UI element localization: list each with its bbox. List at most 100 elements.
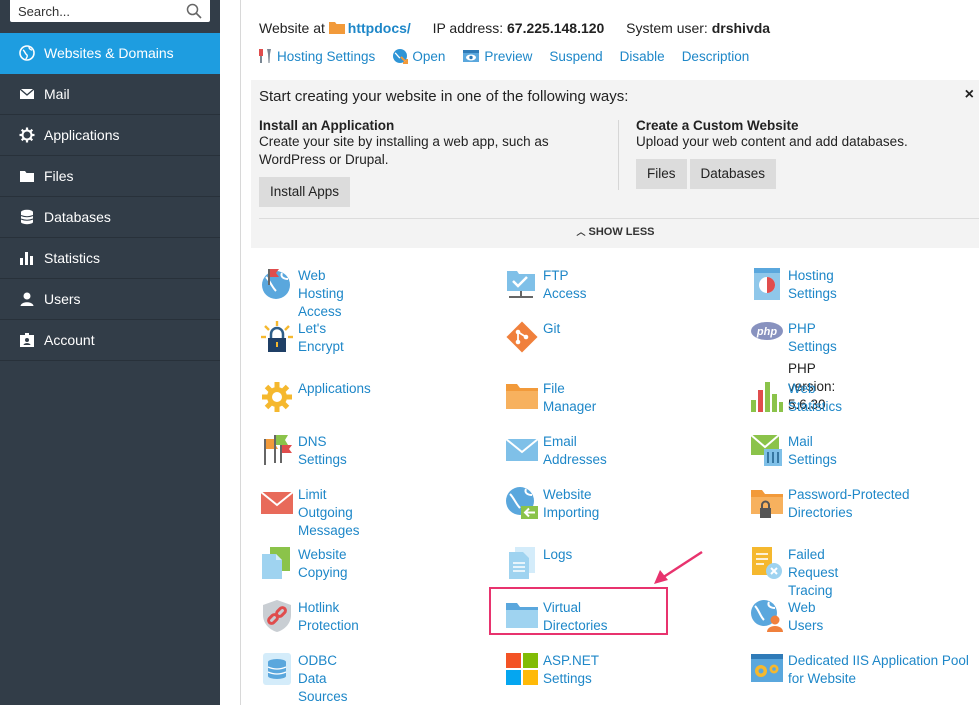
tool-mail-settings[interactable]: Mail Settings xyxy=(750,433,837,469)
search-icon[interactable] xyxy=(186,3,202,19)
search-box xyxy=(10,0,210,22)
website-info: Website at httpdocs/ IP address: 67.225.… xyxy=(259,20,770,36)
tool-lets-encrypt[interactable]: Let's Encrypt xyxy=(260,320,344,356)
tool-label: Website Copying xyxy=(298,547,348,580)
globe-flag-icon xyxy=(262,269,290,299)
tool-file-manager[interactable]: File Manager xyxy=(505,380,596,416)
description-link[interactable]: Description xyxy=(682,48,750,64)
suspend-link[interactable]: Suspend xyxy=(549,48,602,64)
tool-odbc-data-sources[interactable]: ODBC Data Sources xyxy=(260,652,348,705)
search-input[interactable] xyxy=(10,0,180,22)
system-user: drshivda xyxy=(711,20,771,36)
tool-limit-outgoing[interactable]: Limit Outgoing Messages xyxy=(260,486,360,540)
tool-iis-application-pool[interactable]: Dedicated IIS Application Pool for Websi… xyxy=(750,652,978,688)
preview-label: Preview xyxy=(484,48,533,64)
globe-arrow-icon xyxy=(393,49,409,64)
php-icon: php xyxy=(751,322,783,340)
tool-hotlink-protection[interactable]: Hotlink Protection xyxy=(260,599,359,635)
tool-label: Web Users xyxy=(788,600,824,633)
tool-label: DNS Settings xyxy=(298,434,347,467)
hosting-settings-link[interactable]: Hosting Settings xyxy=(257,48,375,64)
databases-button[interactable]: Databases xyxy=(689,159,777,189)
tool-failed-request[interactable]: Failed Request Tracing xyxy=(750,546,838,600)
disable-label: Disable xyxy=(619,48,665,64)
website-actions: Hosting Settings Open Preview Suspend Di… xyxy=(257,48,766,64)
envelope-icon xyxy=(505,438,539,461)
tool-ftp-access[interactable]: FTP Access xyxy=(505,267,587,303)
sidebar-item-statistics[interactable]: Statistics xyxy=(0,238,220,279)
tool-label: ODBC Data Sources xyxy=(298,653,348,704)
system-user-label: System user: xyxy=(626,20,708,36)
sidebar-item-label: Account xyxy=(44,332,95,348)
sidebar-nav: Websites & Domains Mail Applications Fil… xyxy=(0,33,220,361)
tool-label: Logs xyxy=(543,547,573,562)
sidebar-item-account[interactable]: Account xyxy=(0,320,220,361)
tool-aspnet-settings[interactable]: ASP.NET Settings xyxy=(505,652,599,688)
tool-label: Web Statistics xyxy=(788,381,843,414)
tool-dns-settings[interactable]: DNS Settings xyxy=(260,433,347,469)
app-pool-icon xyxy=(751,654,783,682)
database-icon xyxy=(263,653,291,685)
close-icon[interactable]: × xyxy=(965,86,974,104)
tool-label: Email Addresses xyxy=(543,434,607,467)
sidebar-item-label: Files xyxy=(44,168,74,184)
sidebar-item-label: Applications xyxy=(44,127,120,143)
sidebar-item-mail[interactable]: Mail xyxy=(0,74,220,115)
tool-web-hosting-access[interactable]: Web Hosting Access xyxy=(260,267,344,321)
locked-folder-icon xyxy=(751,490,783,518)
tool-label: Git xyxy=(543,321,561,336)
tool-applications[interactable]: Applications xyxy=(260,380,371,414)
annotation-arrow xyxy=(654,550,703,584)
dns-flags-icon xyxy=(264,435,292,465)
sidebar-item-applications[interactable]: Applications xyxy=(0,115,220,156)
windows-logo-icon xyxy=(506,653,538,685)
tool-web-statistics[interactable]: Web Statistics xyxy=(750,380,842,416)
sidebar-item-websites-domains[interactable]: Websites & Domains xyxy=(0,33,220,74)
disable-link[interactable]: Disable xyxy=(620,48,665,64)
getting-started-panel: Start creating your website in one of th… xyxy=(251,80,979,248)
tool-label: ASP.NET Settings xyxy=(543,653,599,686)
open-link[interactable]: Open xyxy=(392,48,445,64)
shield-link-icon xyxy=(263,600,291,632)
bar-chart-icon xyxy=(18,249,36,267)
tool-label: Failed Request Tracing xyxy=(788,547,839,598)
panel-title: Start creating your website in one of th… xyxy=(259,88,629,105)
tool-hosting-settings[interactable]: Hosting Settings xyxy=(750,267,837,303)
bar-chart-icon xyxy=(751,382,783,412)
tool-label: FTP Access xyxy=(543,268,587,301)
user-icon xyxy=(18,290,36,308)
copy-pages-icon xyxy=(262,547,290,579)
tool-label: Limit Outgoing Messages xyxy=(298,487,360,538)
tool-label: Hosting Settings xyxy=(788,268,837,301)
tool-web-users[interactable]: Web Users xyxy=(750,599,823,635)
gear-icon xyxy=(262,382,292,412)
highlight-box xyxy=(489,587,668,635)
docroot-link[interactable]: httpdocs/ xyxy=(348,20,411,36)
tool-label: PHP Settings xyxy=(788,321,837,354)
tool-git[interactable]: Git xyxy=(505,320,560,354)
divider xyxy=(618,120,619,190)
preview-link[interactable]: Preview xyxy=(462,48,532,64)
envelope-icon xyxy=(18,85,36,103)
sidebar-item-users[interactable]: Users xyxy=(0,279,220,320)
hosting-settings-label: Hosting Settings xyxy=(277,48,376,64)
tool-email-addresses[interactable]: Email Addresses xyxy=(505,433,607,469)
tool-logs[interactable]: Logs xyxy=(505,546,572,580)
tool-password-protected[interactable]: Password-Protected Directories xyxy=(750,486,958,522)
custom-website-title: Create a Custom Website xyxy=(636,118,799,133)
files-button[interactable]: Files xyxy=(636,159,687,189)
sidebar-item-files[interactable]: Files xyxy=(0,156,220,197)
custom-website-text: Upload your web content and add database… xyxy=(636,134,908,149)
tool-website-copying[interactable]: Website Copying xyxy=(260,546,348,582)
tool-website-importing[interactable]: Website Importing xyxy=(505,486,599,522)
sidebar-item-databases[interactable]: Databases xyxy=(0,197,220,238)
show-less-toggle[interactable]: ︿ SHOW LESS xyxy=(251,225,979,238)
tools-icon xyxy=(259,49,271,63)
install-app-text: Create your site by installing a web app… xyxy=(259,134,549,167)
install-apps-button[interactable]: Install Apps xyxy=(259,177,351,207)
website-label: Website at xyxy=(259,20,325,36)
sidebar: Websites & Domains Mail Applications Fil… xyxy=(0,0,220,705)
mail-settings-icon xyxy=(750,434,782,466)
folder-icon xyxy=(18,167,36,185)
chevron-up-icon: ︿ xyxy=(576,227,586,237)
